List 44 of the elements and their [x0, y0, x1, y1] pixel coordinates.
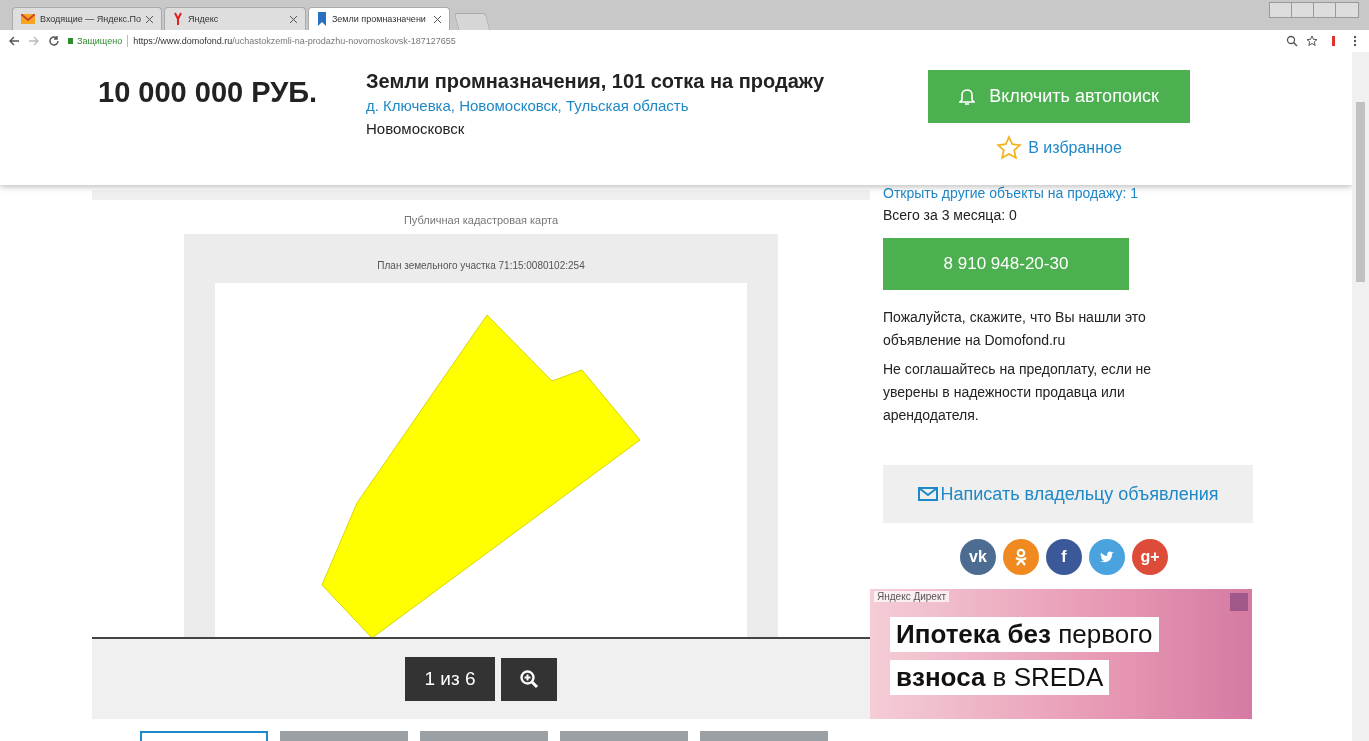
- listing-title: Земли промназначения, 101 сотка на продажу: [366, 70, 826, 93]
- star-icon: [996, 135, 1023, 161]
- notice-text: Не соглашайтесь на предоплату, если не уверены в надежности продавца или арендодателя.: [883, 360, 1153, 425]
- envelope-icon: [917, 487, 938, 501]
- phone-button[interactable]: 8 910 948-20-30: [883, 238, 1129, 290]
- browser-tab[interactable]: Входящие — Яндекс.По: [12, 7, 162, 30]
- bell-icon: [959, 87, 976, 106]
- twitter-share-icon[interactable]: [1089, 539, 1125, 575]
- back-icon[interactable]: [8, 35, 20, 47]
- zoom-in-icon: [518, 669, 539, 689]
- autosearch-button[interactable]: Включить автопоиск: [928, 70, 1190, 123]
- browser-tab[interactable]: Яндекс: [163, 7, 306, 30]
- yandex-favicon-icon: [172, 12, 183, 26]
- domofond-favicon-icon: [316, 12, 327, 26]
- address-link[interactable]: д. Ключевка, Новомосковск, Тульская область: [366, 97, 928, 114]
- scrollbar[interactable]: [1352, 52, 1369, 741]
- odnoklassniki-share-icon[interactable]: [1003, 539, 1039, 575]
- window-controls[interactable]: [1269, 2, 1359, 18]
- notice-text: Пожалуйста, скажите, что Вы нашли это объявление на Domofond.ru: [883, 308, 1147, 350]
- zoom-icon[interactable]: [1286, 35, 1298, 47]
- reload-icon[interactable]: [48, 35, 60, 47]
- ad-headline: взноса в SREDA: [890, 660, 1110, 695]
- new-tab-button[interactable]: [453, 13, 491, 30]
- google-plus-share-icon[interactable]: g+: [1132, 539, 1168, 575]
- plan-title: План земельного участка 71:15:0080102:254: [377, 259, 585, 273]
- zoom-in-button[interactable]: [500, 657, 557, 701]
- ad-headline: Ипотека без первого: [890, 617, 1159, 652]
- facebook-share-icon[interactable]: f: [1046, 539, 1082, 575]
- browser-tab[interactable]: Земли промназначени: [307, 7, 450, 30]
- city-label: Новомосковск: [366, 120, 466, 137]
- map-title: Публичная кадастровая карта: [403, 213, 559, 228]
- total-count: Всего за 3 месяца: 0: [883, 206, 1017, 225]
- image-counter: 1 из 6: [405, 657, 495, 701]
- write-owner-button[interactable]: Написать владельцу объявления: [883, 465, 1253, 523]
- address-field[interactable]: Защищено https://www.domofond.ru/uchastokzemli-na-prodazhu-novomoskovsk-187127655: [68, 32, 1278, 50]
- other-objects-link[interactable]: Открыть другие объекты на продажу: 1: [883, 182, 1139, 204]
- mail-favicon-icon: [21, 14, 35, 24]
- forward-icon[interactable]: [28, 35, 40, 47]
- favorite-link[interactable]: В избранное: [996, 135, 1122, 161]
- vk-share-icon[interactable]: vk: [960, 539, 996, 575]
- ad-source-label: Яндекс Директ: [874, 591, 949, 602]
- lock-icon: [68, 38, 73, 44]
- star-icon[interactable]: [1306, 35, 1318, 47]
- price: 10 000 000 РУБ.: [98, 75, 319, 110]
